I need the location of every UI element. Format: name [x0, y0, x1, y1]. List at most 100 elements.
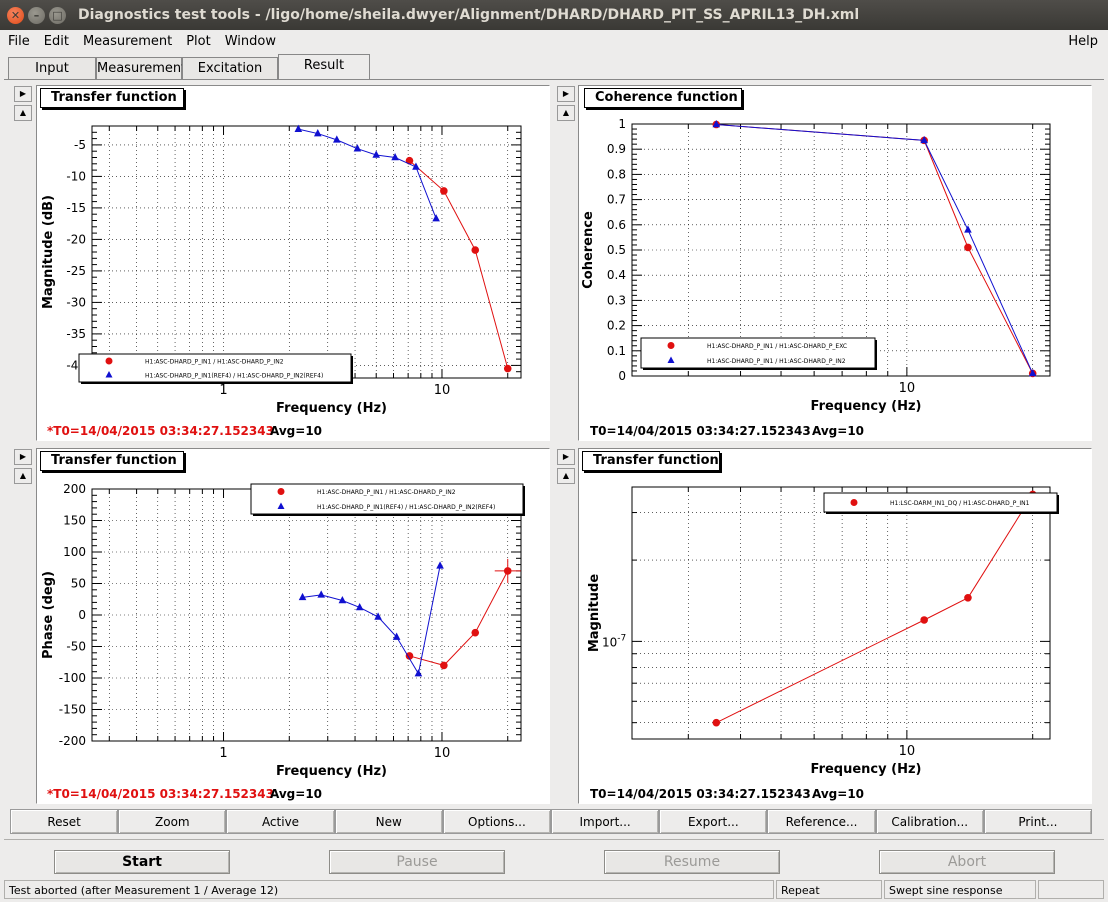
print-button[interactable]: Print... [983, 809, 1093, 834]
y-tick-label: 200 [63, 482, 86, 496]
y-tick-label: 0.8 [607, 167, 626, 181]
magnitude-db-chart: 1 10-5-10-15-20-25-30-35-40Frequency (Hz)… [41, 124, 522, 416]
data-point-circle [440, 187, 448, 195]
panel4-arrow-up-button[interactable]: ▲ [557, 468, 575, 484]
y-tick-label: 100 [63, 545, 86, 559]
panel2-plot[interactable]: 10 0 0.1 0.2 0.3 0.4 0.5 0.6 0.7 0.8 0.9 1 Frequency… [578, 85, 1092, 441]
tab-measurement[interactable]: Measurement [96, 57, 186, 79]
arrow-right-icon: ▶ [19, 89, 27, 98]
panel3-arrow-right-button[interactable]: ▶ [14, 449, 32, 465]
panel1-arrow-up-button[interactable]: ▲ [14, 105, 32, 121]
panel2-arrow-up-button[interactable]: ▲ [557, 105, 575, 121]
abort-button[interactable]: Abort [879, 850, 1055, 874]
series-line-red [716, 494, 1034, 724]
y-tick-label: -30 [66, 295, 86, 309]
panel1-arrow-right-button[interactable]: ▶ [14, 86, 32, 102]
magnitude-log-chart: 10 10-7 Frequency (Hz) Magnitude H1:LSC-DARM… [587, 486, 1059, 777]
x-tick-label: 1 [219, 746, 227, 761]
data-point-circle [964, 594, 972, 602]
x-axis-label: Frequency (Hz) [811, 762, 922, 777]
pause-button[interactable]: Pause [329, 850, 505, 874]
x-tick-label: 10 [899, 744, 916, 759]
menu-measurement[interactable]: Measurement [75, 34, 178, 49]
calibration-button[interactable]: Calibration... [875, 809, 984, 834]
legend-label: H1:ASC-DHARD_P_IN1 / H1:ASC-DHARD_P_IN2 [317, 489, 456, 496]
legend-label: H1:ASC-DHARD_P_IN1(REF4) / H1:ASC-DHARD_… [317, 504, 495, 511]
zoom-button[interactable]: Zoom [118, 809, 227, 834]
y-tick-label: 0.3 [607, 293, 626, 307]
legend-label: H1:ASC-DHARD_P_IN1(REF4) / H1:ASC-DHARD_… [145, 373, 323, 380]
window-title: Diagnostics test tools - /ligo/home/shei… [78, 7, 860, 23]
export-button[interactable]: Export... [659, 809, 768, 834]
y-tick-label: -15 [66, 201, 86, 215]
legend-label: H1:ASC-DHARD_P_IN1 / H1:ASC-DHARD_P_EXC [707, 343, 847, 350]
reference-button[interactable]: Reference... [767, 809, 876, 834]
import-button[interactable]: Import... [551, 809, 660, 834]
x-tick-label: 10 [434, 746, 451, 761]
y-tick-label: 0.7 [607, 193, 626, 207]
menu-help[interactable]: Help [1060, 34, 1108, 49]
legend-label: H1:ASC-DHARD_P_IN1 / H1:ASC-DHARD_P_IN2 [707, 358, 846, 365]
panel3-arrow-up-button[interactable]: ▲ [14, 468, 32, 484]
reset-button[interactable]: Reset [10, 809, 119, 834]
data-point-triangle [414, 669, 423, 677]
status-message: Test aborted (after Measurement 1 / Aver… [4, 880, 774, 899]
y-tick-label: 0.4 [607, 268, 626, 282]
data-point-circle [471, 246, 480, 254]
y-axis-label: Magnitude (dB) [41, 195, 56, 309]
y-axis-label: Coherence [581, 211, 596, 289]
x-axis-label: Frequency (Hz) [276, 401, 387, 416]
x-axis-label: Frequency (Hz) [811, 399, 922, 414]
y-tick-label: 10-7 [602, 633, 626, 649]
panel4-title: Transfer function [582, 451, 720, 471]
menu-window[interactable]: Window [217, 34, 282, 49]
tab-excitation[interactable]: Excitation [182, 57, 278, 79]
panel4-plot[interactable]: 10 10-7 Frequency (Hz) Magnitude H1:LSC-DARM… [578, 448, 1092, 804]
legend-label: H1:LSC-DARM_IN1_DQ / H1:ASC-DHARD_P_IN1 [890, 500, 1030, 507]
y-tick-label: -200 [59, 734, 86, 748]
y-tick-label: -20 [66, 232, 86, 246]
legend-label: H1:ASC-DHARD_P_IN1 / H1:ASC-DHARD_P_IN2 [145, 359, 284, 366]
menu-edit[interactable]: Edit [36, 34, 75, 49]
panel3-title: Transfer function [40, 451, 184, 471]
maximize-window-button[interactable]: □ [49, 6, 66, 24]
x-axis-label: Frequency (Hz) [276, 764, 387, 779]
plot-toolbar: Reset Zoom Active New Options... Import.… [10, 809, 1093, 834]
tab-input[interactable]: Input [8, 57, 96, 79]
phase-chart: 1 10 200 150 100 50 0 -50 -100 -150 -200 Frequency … [41, 482, 525, 779]
panel1-plot[interactable]: 1 10 -5 -10 -15 -20 -25 -30 -35 -40 Frequency (Hz)… [36, 85, 550, 441]
close-window-button[interactable]: ✕ [7, 6, 24, 24]
series-line-blue [298, 128, 437, 219]
new-button[interactable]: New [334, 809, 443, 834]
panel4-avg: Avg=10 [812, 787, 865, 801]
arrow-right-icon: ▶ [19, 452, 27, 461]
resume-button[interactable]: Resume [604, 850, 780, 874]
x-tick-label: 1 [219, 383, 227, 398]
arrow-right-icon: ▶ [562, 89, 570, 98]
y-tick-label: 0.1 [607, 344, 626, 358]
y-tick-label: 0.5 [607, 243, 626, 257]
minimize-window-button[interactable]: – [28, 6, 45, 24]
arrow-right-icon: ▶ [562, 452, 570, 461]
menu-file[interactable]: File [0, 34, 36, 49]
options-button[interactable]: Options... [442, 809, 552, 834]
arrow-up-icon: ▲ [19, 471, 27, 480]
panel3-plot[interactable]: 1 10 200 150 100 50 0 -50 -100 -150 -200 Frequency … [36, 448, 550, 804]
series-line-blue [302, 565, 441, 675]
y-tick-label: 0.6 [607, 218, 626, 232]
panel2-arrow-right-button[interactable]: ▶ [557, 86, 575, 102]
start-button[interactable]: Start [54, 850, 230, 874]
data-point-circle [471, 628, 480, 637]
y-tick-label: -100 [59, 671, 86, 685]
panel3-avg: Avg=10 [270, 787, 323, 801]
menu-plot[interactable]: Plot [178, 34, 217, 49]
status-mode: Repeat [776, 880, 882, 899]
arrow-up-icon: ▲ [562, 108, 570, 117]
panel4-arrow-right-button[interactable]: ▶ [557, 449, 575, 465]
series-line-red [409, 570, 509, 666]
tab-result[interactable]: Result [278, 54, 370, 79]
y-tick-label: 0.9 [607, 142, 626, 156]
y-tick-label: -35 [66, 327, 86, 341]
panel1-t0: *T0=14/04/2015 03:34:27.152343 [47, 424, 274, 438]
active-button[interactable]: Active [226, 809, 335, 834]
